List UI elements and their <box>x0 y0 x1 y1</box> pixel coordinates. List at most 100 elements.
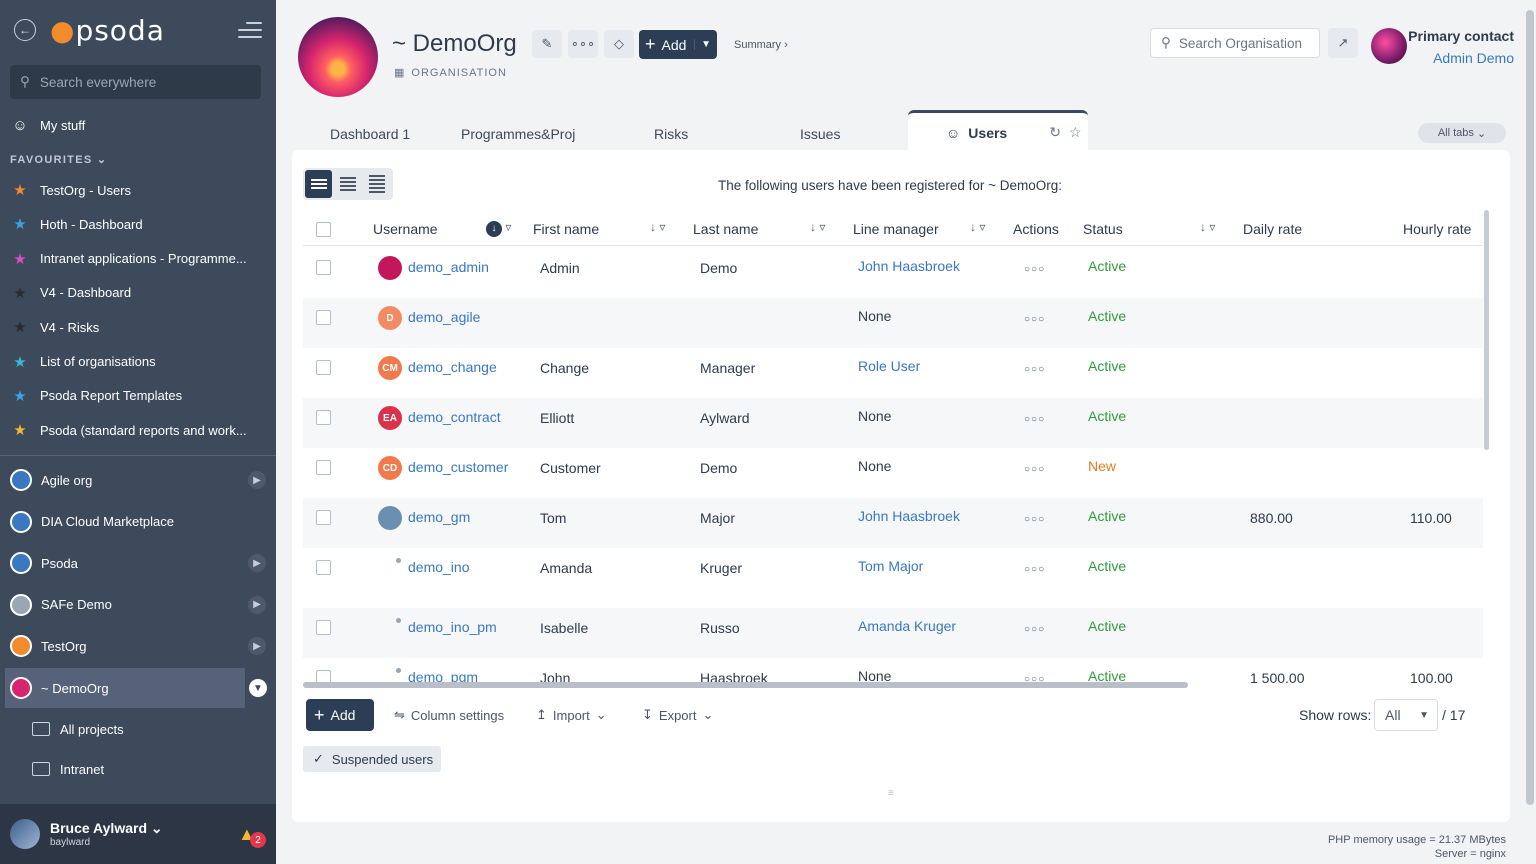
more-actions-icon[interactable]: ○○○ <box>1024 414 1045 425</box>
more-actions-icon[interactable]: ○○○ <box>1024 264 1045 275</box>
sort-filter-icon[interactable]: ↓ ▿ <box>1200 220 1215 234</box>
collapse-menu-icon[interactable] <box>238 22 262 38</box>
sort-filter-icon[interactable]: ↓ ▿ <box>810 220 825 234</box>
col-username[interactable]: Username <box>373 221 438 237</box>
org-search-input[interactable]: ⚲ Search Organisation <box>1150 28 1320 58</box>
row-checkbox[interactable] <box>316 360 331 375</box>
row-checkbox[interactable] <box>316 310 331 325</box>
more-actions-icon[interactable]: ○○○ <box>1024 624 1045 635</box>
line-manager[interactable]: John Haasbroek <box>858 258 960 274</box>
sort-filter-icon[interactable]: ↓ ▿ <box>970 220 985 234</box>
table-row[interactable]: demo_ino_pm Isabelle Russo Amanda Kruger ○○○… <box>303 608 1483 658</box>
tab-programmes[interactable]: Programmes&Proj <box>461 126 575 142</box>
chevron-right-icon[interactable]: ▶ <box>248 471 266 489</box>
sub-item-all-projects[interactable]: All projects <box>32 714 124 744</box>
username-link[interactable]: demo_ino_pm <box>408 619 497 635</box>
line-manager[interactable]: Amanda Kruger <box>858 618 956 634</box>
tab-users[interactable]: ☺ Users ↻ ☆ <box>908 110 1088 152</box>
table-row[interactable]: demo_gm Tom Major John Haasbroek ○○○ Active 88… <box>303 498 1483 548</box>
more-actions-icon[interactable]: ○○○ <box>1024 464 1045 475</box>
favourite-item[interactable]: ★ Psoda (standard reports and work... <box>0 415 276 445</box>
select-all-checkbox[interactable] <box>316 222 331 237</box>
row-checkbox[interactable] <box>316 560 331 575</box>
col-daily-rate[interactable]: Daily rate <box>1243 221 1302 237</box>
col-hourly-rate[interactable]: Hourly rate <box>1403 221 1471 237</box>
more-actions-icon[interactable]: ○○○ <box>1024 564 1045 575</box>
edit-icon[interactable]: ✎ <box>532 30 562 58</box>
show-rows-select[interactable]: All ▼ <box>1374 699 1438 731</box>
favourites-header[interactable]: FAVOURITES ⌄ <box>10 153 107 166</box>
org-item[interactable]: TestOrg ▶ <box>0 626 276 666</box>
back-icon[interactable]: ← <box>14 19 36 41</box>
view-compact-icon[interactable] <box>334 170 361 198</box>
view-dense-icon[interactable] <box>364 170 391 198</box>
view-switcher[interactable] <box>303 168 393 200</box>
username-link[interactable]: demo_admin <box>408 259 489 275</box>
favourite-item[interactable]: ★ TestOrg - Users <box>0 175 276 205</box>
page-scrollbar[interactable] <box>1526 10 1534 805</box>
sort-icon[interactable]: ↓ ▿ <box>486 220 511 237</box>
notifications-icon[interactable]: ▲ 2 <box>238 824 266 848</box>
export-button[interactable]: ↧ Export ⌄ <box>642 699 713 731</box>
global-search-input[interactable]: ⚲ Search everywhere <box>10 65 261 99</box>
favourite-item[interactable]: ★ List of organisations <box>0 347 276 377</box>
favourite-item[interactable]: ★ V4 - Risks <box>0 312 276 342</box>
refresh-icon[interactable]: ↻ <box>1049 124 1061 141</box>
table-row[interactable]: Ddemo_agile None ○○○ Active <box>303 298 1483 348</box>
line-manager[interactable]: Role User <box>858 358 920 374</box>
star-icon[interactable]: ☆ <box>1069 124 1082 141</box>
tab-issues[interactable]: Issues <box>800 126 840 142</box>
tab-risks[interactable]: Risks <box>654 126 688 142</box>
chevron-right-icon[interactable]: ▶ <box>248 595 266 614</box>
favourite-item[interactable]: ★ Hoth - Dashboard <box>0 209 276 239</box>
summary-link[interactable]: Summary › <box>734 39 788 51</box>
username-link[interactable]: demo_customer <box>408 459 508 475</box>
favourite-item[interactable]: ★ Psoda Report Templates <box>0 381 276 411</box>
vertical-scrollbar[interactable] <box>1484 210 1489 450</box>
table-row[interactable]: demo_admin Admin Demo John Haasbroek ○○○ Acti… <box>303 248 1483 298</box>
tag-icon[interactable]: ◇ <box>604 30 634 58</box>
row-checkbox[interactable] <box>316 260 331 275</box>
username-link[interactable]: demo_change <box>408 359 497 375</box>
col-status[interactable]: Status <box>1083 221 1123 237</box>
chevron-right-icon[interactable]: ▶ <box>248 554 266 573</box>
line-manager[interactable]: Tom Major <box>858 558 923 574</box>
resize-handle-icon[interactable]: ≡ <box>888 788 894 799</box>
table-row[interactable]: CM demo_change Change Manager Role User ○○○ Ac… <box>303 348 1483 398</box>
line-manager[interactable]: John Haasbroek <box>858 508 960 524</box>
more-actions-icon[interactable]: ○○○ <box>1024 364 1045 375</box>
primary-contact-name[interactable]: Admin Demo <box>1433 50 1514 66</box>
chevron-down-icon[interactable]: ▼ <box>249 679 267 697</box>
username-link[interactable]: demo_gm <box>408 509 470 525</box>
username-link[interactable]: demo_ino <box>408 559 470 575</box>
org-item[interactable]: Psoda ▶ <box>0 543 276 583</box>
suspended-users-toggle[interactable]: ✓ Suspended users <box>303 746 441 772</box>
row-checkbox[interactable] <box>316 460 331 475</box>
table-row[interactable]: EA demo_contract Elliott Aylward None ○○○ Acti… <box>303 398 1483 448</box>
user-panel[interactable]: Bruce Aylward ⌄ baylward ▲ 2 <box>0 804 276 864</box>
more-icon[interactable]: ∘∘∘ <box>568 30 598 58</box>
import-button[interactable]: ↥ Import ⌄ <box>536 699 607 731</box>
column-settings-button[interactable]: ⇋ Column settings <box>394 699 504 731</box>
row-checkbox[interactable] <box>316 510 331 525</box>
chevron-right-icon[interactable]: ▶ <box>248 637 266 656</box>
table-row[interactable]: demo_ino Amanda Kruger Tom Major ○○○ Active <box>303 548 1483 608</box>
more-actions-icon[interactable]: ○○○ <box>1024 514 1045 525</box>
sub-item-intranet[interactable]: Intranet <box>32 754 104 784</box>
add-button[interactable]: + Add ▼ <box>639 30 717 59</box>
tab-dashboard[interactable]: Dashboard 1 <box>330 126 410 142</box>
col-line-manager[interactable]: Line manager <box>853 221 939 237</box>
all-tabs-button[interactable]: All tabs ⌄ <box>1418 123 1506 143</box>
logo[interactable]: ●psoda <box>50 14 165 47</box>
view-comfortable-icon[interactable] <box>305 170 333 198</box>
horizontal-scrollbar[interactable] <box>303 682 1188 688</box>
org-item[interactable]: Agile org ▶ <box>0 460 276 500</box>
table-row[interactable]: CD demo_customer Customer Demo None ○○○ New <box>303 448 1483 498</box>
username-link[interactable]: demo_contract <box>408 409 501 425</box>
favourite-item[interactable]: ★ Intranet applications - Programme... <box>0 244 276 274</box>
org-item[interactable]: DIA Cloud Marketplace <box>0 502 276 542</box>
more-actions-icon[interactable]: ○○○ <box>1024 314 1045 325</box>
add-user-button[interactable]: + Add <box>306 699 374 731</box>
row-checkbox[interactable] <box>316 620 331 635</box>
my-stuff-link[interactable]: ☺ My stuff <box>0 110 276 140</box>
